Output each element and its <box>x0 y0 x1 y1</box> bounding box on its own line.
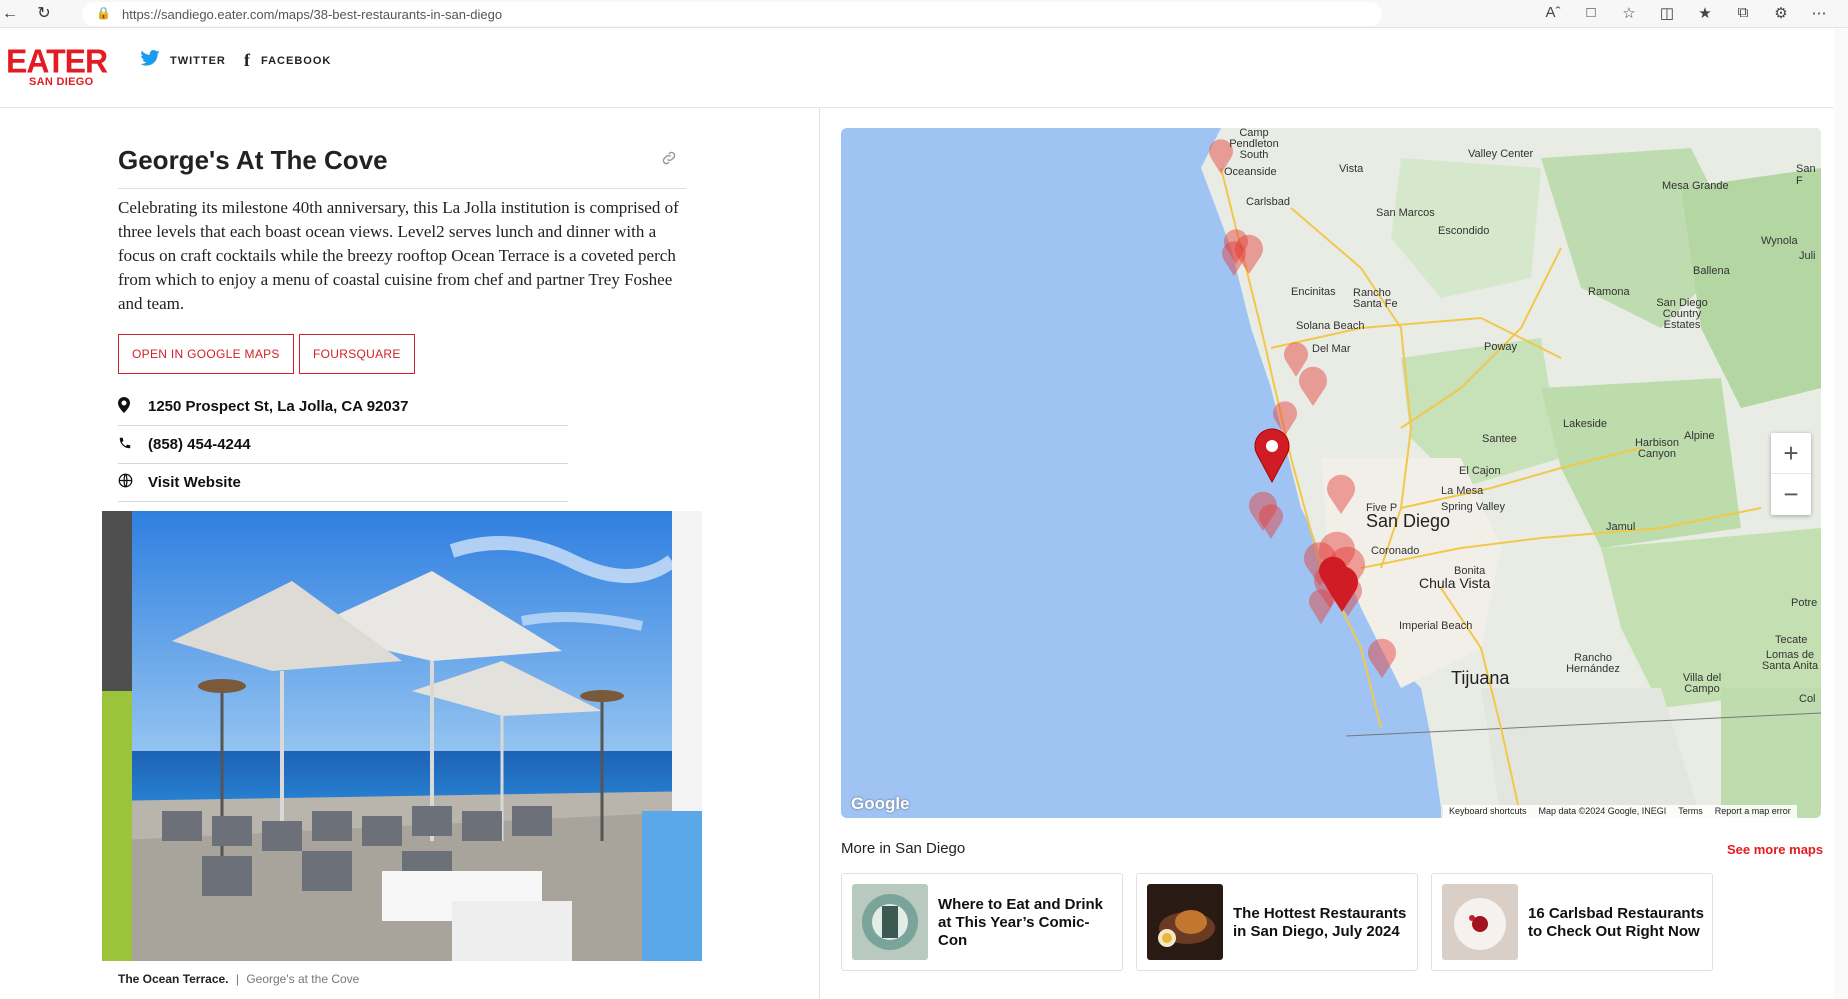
selected-map-marker <box>1254 428 1290 484</box>
card-thumbnail <box>852 884 928 960</box>
more-card[interactable]: Where to Eat and Drink at This Year’s Co… <box>841 873 1123 971</box>
photo-caption: The Ocean Terrace. | George's at the Cov… <box>118 972 359 986</box>
google-logo: Google <box>851 794 910 813</box>
card-title: Where to Eat and Drink at This Year’s Co… <box>938 896 1104 949</box>
reload-icon[interactable]: ↻ <box>34 4 54 24</box>
map-pin-icon <box>118 396 148 417</box>
card-title: The Hottest Restaurants in San Diego, Ju… <box>1233 905 1407 940</box>
open-google-maps-button[interactable]: OPEN IN GOOGLE MAPS <box>118 334 294 374</box>
facebook-link[interactable]: f FACEBOOK <box>244 50 331 71</box>
logo-text: EATER <box>6 42 108 80</box>
more-card[interactable]: 16 Carlsbad Restaurants to Check Out Rig… <box>1431 873 1713 971</box>
restaurant-map[interactable] <box>841 128 1821 818</box>
place-title: George's At The Cove <box>118 145 388 175</box>
see-more-maps-link[interactable]: See more maps <box>1727 842 1823 857</box>
twitter-label: TWITTER <box>170 54 226 67</box>
twitter-icon <box>140 50 160 71</box>
page-scrollbar[interactable] <box>1834 28 1848 999</box>
caption-text: The Ocean Terrace. <box>118 972 229 986</box>
facebook-icon: f <box>244 50 251 70</box>
zoom-in-button[interactable]: + <box>1771 433 1811 474</box>
eater-logo[interactable]: EATER SAN DIEGO <box>6 42 108 88</box>
browser-actions: Aˆ □ ☆ ◫ ★ ⧉ ⚙ ⋯ <box>1534 4 1838 22</box>
address-row: 1250 Prospect St, La Jolla, CA 92037 <box>118 388 568 426</box>
more-card[interactable]: The Hottest Restaurants in San Diego, Ju… <box>1136 873 1418 971</box>
more-options-icon[interactable]: ⋯ <box>1800 4 1838 22</box>
map-footer: Keyboard shortcuts Map data ©2024 Google… <box>1443 805 1797 818</box>
website-link[interactable]: Visit Website <box>148 474 241 491</box>
immersive-reader-icon[interactable]: □ <box>1572 4 1610 22</box>
caption-separator: | <box>235 972 239 986</box>
phone-icon <box>118 436 148 454</box>
report-map-error-link[interactable]: Report a map error <box>1715 806 1791 817</box>
phone-row: (858) 454-4244 <box>118 426 568 464</box>
place-photo <box>102 511 702 961</box>
card-title: 16 Carlsbad Restaurants to Check Out Rig… <box>1528 905 1704 940</box>
place-description: Celebrating its milestone 40th anniversa… <box>118 198 679 313</box>
caption-credit: George's at the Cove <box>246 972 360 986</box>
favorites-icon[interactable]: ★ <box>1686 4 1724 22</box>
card-thumbnail <box>1147 884 1223 960</box>
website-row: Visit Website <box>118 464 568 502</box>
card-thumbnail <box>1442 884 1518 960</box>
read-aloud-icon[interactable]: Aˆ <box>1534 4 1572 22</box>
browser-toolbar: ← ↻ 🔒 https://sandiego.eater.com/maps/38… <box>0 0 1848 28</box>
map-data-text: Map data ©2024 Google, INEGI <box>1538 806 1667 816</box>
address-text: 1250 Prospect St, La Jolla, CA 92037 <box>148 398 409 415</box>
foursquare-button[interactable]: FOURSQUARE <box>299 334 415 374</box>
address-bar[interactable]: 🔒 https://sandiego.eater.com/maps/38-bes… <box>82 2 1382 26</box>
twitter-link[interactable]: TWITTER <box>140 50 226 71</box>
more-section-title: More in San Diego <box>841 840 966 857</box>
facebook-label: FACEBOOK <box>261 54 332 67</box>
phone-text[interactable]: (858) 454-4244 <box>148 436 251 453</box>
map-zoom-controls: + − <box>1771 433 1811 515</box>
back-arrow-icon[interactable]: ← <box>0 4 20 24</box>
split-screen-icon[interactable]: ◫ <box>1648 4 1686 22</box>
site-header: EATER SAN DIEGO TWITTER f FACEBOOK <box>0 28 1848 108</box>
pane-divider <box>819 108 820 999</box>
terms-link[interactable]: Terms <box>1678 806 1703 817</box>
globe-icon <box>118 473 148 492</box>
place-title-row: George's At The Cove <box>118 145 686 189</box>
collections-icon[interactable]: ⧉ <box>1724 4 1762 22</box>
keyboard-shortcuts-link[interactable]: Keyboard shortcuts <box>1449 806 1527 817</box>
lock-icon: 🔒 <box>96 6 111 20</box>
zoom-out-button[interactable]: − <box>1771 474 1811 515</box>
favorite-star-icon[interactable]: ☆ <box>1610 4 1648 22</box>
extensions-icon[interactable]: ⚙ <box>1762 4 1800 22</box>
link-icon[interactable] <box>660 149 678 172</box>
url-text[interactable]: https://sandiego.eater.com/maps/38-best-… <box>122 7 502 22</box>
